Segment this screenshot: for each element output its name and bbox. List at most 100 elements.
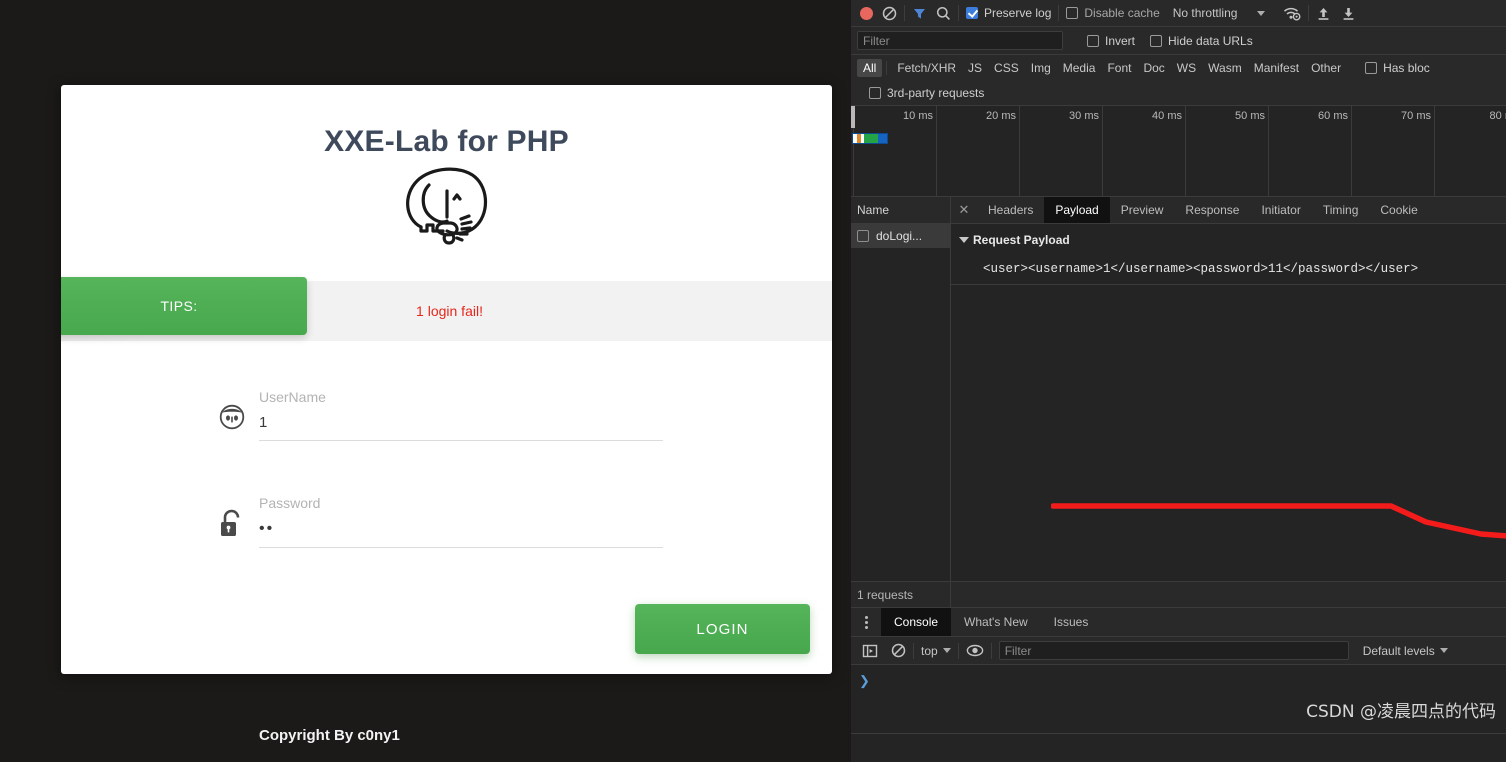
chip-img[interactable]: Img xyxy=(1025,59,1057,77)
tab-response[interactable]: Response xyxy=(1174,197,1250,223)
console-context-label: top xyxy=(921,643,938,658)
console-output[interactable]: ❯ CSDN @凌晨四点的代码 xyxy=(851,665,1506,734)
clear-no-entry-icon[interactable] xyxy=(882,6,897,21)
invert-checkbox[interactable] xyxy=(1087,34,1099,47)
divider xyxy=(851,733,1506,734)
tab-whats-new[interactable]: What's New xyxy=(951,608,1041,636)
console-prompt-chevron-icon[interactable]: ❯ xyxy=(859,673,870,689)
request-list-column: Name doLogi... xyxy=(851,197,951,581)
live-expression-eye-icon[interactable] xyxy=(966,643,984,658)
clear-no-entry-icon[interactable] xyxy=(891,643,906,658)
preserve-log-label[interactable]: Preserve log xyxy=(984,6,1051,20)
chip-media[interactable]: Media xyxy=(1057,59,1102,77)
timeline-tick: 50 ms xyxy=(1235,106,1269,196)
divider xyxy=(951,284,1506,285)
request-list-header[interactable]: Name xyxy=(851,197,950,224)
has-blocked-cookies-label[interactable]: Has bloc xyxy=(1383,61,1430,75)
login-button[interactable]: LOGIN xyxy=(635,604,810,654)
chip-all[interactable]: All xyxy=(857,59,883,77)
tab-initiator[interactable]: Initiator xyxy=(1250,197,1311,223)
invert-label[interactable]: Invert xyxy=(1105,34,1135,48)
third-party-requests-label[interactable]: 3rd-party requests xyxy=(887,86,984,100)
kebab-menu-icon[interactable] xyxy=(851,608,881,636)
chip-font[interactable]: Font xyxy=(1101,59,1137,77)
copyright-text: Copyright By c0ny1 xyxy=(259,727,400,744)
preserve-log-checkbox[interactable] xyxy=(966,7,978,19)
password-input[interactable] xyxy=(259,520,663,548)
console-filter-input[interactable] xyxy=(998,641,1349,660)
request-payload-section-header[interactable]: Request Payload xyxy=(951,233,1506,247)
tab-cookies[interactable]: Cookie xyxy=(1369,197,1428,223)
payload-body: Request Payload <user><username>1</usern… xyxy=(951,224,1506,285)
network-filter-input[interactable] xyxy=(857,31,1063,50)
chevron-down-icon xyxy=(942,648,951,653)
drawer-tabs: Console What's New Issues xyxy=(851,608,1506,637)
third-party-requests-checkbox[interactable] xyxy=(869,87,881,99)
close-x-icon[interactable]: ✕ xyxy=(951,197,977,223)
network-overview-timeline[interactable]: 10 ms 20 ms 30 ms 40 ms 50 ms 60 ms 70 m… xyxy=(851,106,1506,197)
wifi-settings-icon[interactable] xyxy=(1283,6,1301,21)
chip-js[interactable]: JS xyxy=(962,59,988,77)
username-input-wrap: UserName xyxy=(259,389,663,441)
upload-arrow-icon[interactable] xyxy=(1316,6,1331,21)
password-label: Password xyxy=(259,495,321,511)
network-status-bar: 1 requests xyxy=(851,582,1506,608)
show-console-sidebar-icon[interactable] xyxy=(862,643,878,659)
disable-cache-label[interactable]: Disable cache xyxy=(1084,6,1159,20)
watermark-text: CSDN @凌晨四点的代码 xyxy=(1306,702,1496,722)
login-form: UserName Password xyxy=(61,341,832,654)
console-levels-selector[interactable]: Default levels xyxy=(1363,644,1448,658)
tab-issues[interactable]: Issues xyxy=(1041,608,1102,636)
divider xyxy=(904,5,905,21)
tab-payload[interactable]: Payload xyxy=(1044,197,1110,223)
brand-area: XXE-Lab for PHP xyxy=(61,85,832,281)
page-title: XXE-Lab for PHP xyxy=(324,125,569,158)
request-row-checkbox[interactable] xyxy=(857,230,869,242)
divider xyxy=(886,61,888,75)
timeline-tick-label: 30 ms xyxy=(1069,110,1099,122)
timeline-selection-handle[interactable] xyxy=(851,106,855,128)
tips-badge-label: TIPS: xyxy=(160,298,198,314)
disable-cache-checkbox[interactable] xyxy=(1066,7,1079,19)
chevron-down-icon[interactable] xyxy=(1257,10,1266,16)
resource-type-filters: All Fetch/XHR JS CSS Img Media Font Doc … xyxy=(851,55,1506,81)
chip-wasm[interactable]: Wasm xyxy=(1202,59,1248,77)
record-stop-icon[interactable] xyxy=(860,6,873,20)
unlocked-padlock-icon xyxy=(219,504,259,548)
search-magnifier-icon[interactable] xyxy=(936,6,951,21)
network-split-pane: Name doLogi... ✕ Headers Payload Preview… xyxy=(851,197,1506,582)
download-arrow-icon[interactable] xyxy=(1341,6,1356,21)
devtools-panel: Preserve log Disable cache No throttling… xyxy=(851,0,1506,762)
tab-timing[interactable]: Timing xyxy=(1312,197,1370,223)
has-blocked-cookies-checkbox[interactable] xyxy=(1365,62,1378,74)
table-row[interactable]: doLogi... xyxy=(851,224,950,248)
funnel-filter-icon[interactable] xyxy=(912,6,927,21)
tab-headers[interactable]: Headers xyxy=(977,197,1044,223)
third-party-toolbar: 3rd-party requests xyxy=(851,81,1506,106)
timeline-tick: 20 ms xyxy=(986,106,1020,196)
console-levels-label: Default levels xyxy=(1362,643,1435,658)
divider xyxy=(1308,5,1310,21)
chip-manifest[interactable]: Manifest xyxy=(1248,59,1305,77)
chip-fetch-xhr[interactable]: Fetch/XHR xyxy=(891,59,962,77)
chip-doc[interactable]: Doc xyxy=(1137,59,1170,77)
chip-ws[interactable]: WS xyxy=(1171,59,1202,77)
column-header-name: Name xyxy=(857,203,890,217)
chevron-down-icon xyxy=(1439,648,1448,653)
hide-data-urls-checkbox[interactable] xyxy=(1150,34,1163,47)
tips-row: 1 login fail! TIPS: xyxy=(61,277,832,341)
tab-console[interactable]: Console xyxy=(881,608,952,636)
divider xyxy=(957,642,959,659)
timeline-tick-label: 10 ms xyxy=(903,110,933,122)
login-card: XXE-Lab for PHP 1 login fail! TIPS: User… xyxy=(61,85,832,674)
throttling-select[interactable]: No throttling xyxy=(1173,6,1238,20)
chip-other[interactable]: Other xyxy=(1305,59,1347,77)
request-count: 1 requests xyxy=(851,582,951,607)
timeline-tick: 60 ms xyxy=(1318,106,1352,196)
hide-data-urls-label[interactable]: Hide data URLs xyxy=(1168,34,1253,48)
console-context-selector[interactable]: top xyxy=(921,644,951,658)
triangle-down-icon[interactable] xyxy=(959,237,969,243)
username-input[interactable] xyxy=(259,414,663,441)
chip-css[interactable]: CSS xyxy=(988,59,1025,77)
tab-preview[interactable]: Preview xyxy=(1110,197,1175,223)
